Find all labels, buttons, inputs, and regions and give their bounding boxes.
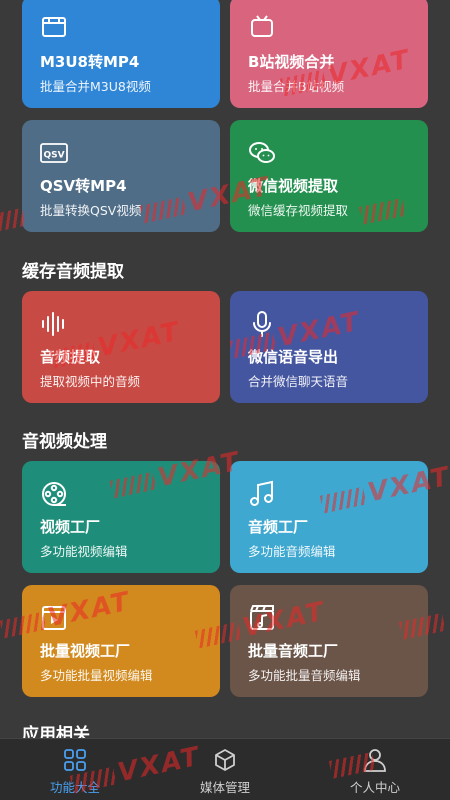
tv-icon: [247, 12, 277, 42]
card-video-factory[interactable]: 视频工厂 多功能视频编辑: [22, 461, 220, 573]
nav-label: 媒体管理: [199, 780, 250, 795]
section-title-app-related: 应用相关: [22, 725, 90, 738]
nav-item-profile[interactable]: 个人中心: [300, 739, 450, 800]
card-wechat-voice-export[interactable]: 微信语音导出 合并微信聊天语音: [230, 291, 428, 403]
card-batch-video-factory[interactable]: 批量视频工厂 多功能批量视频编辑: [22, 585, 220, 697]
card-subtitle: 多功能音频编辑: [248, 544, 336, 559]
card-title: 音频提取: [40, 348, 101, 366]
nav-item-features[interactable]: 功能大全: [0, 739, 150, 800]
card-m3u8-to-mp4[interactable]: M3U8转MP4 批量合并M3U8视频: [22, 0, 220, 108]
grid-icon: [62, 747, 88, 773]
feature-list[interactable]: M3U8转MP4 批量合并M3U8视频 B站视频合并 批量合并B站视频 QSV …: [0, 0, 450, 738]
card-subtitle: 批量转换QSV视频: [40, 203, 142, 218]
card-subtitle: 多功能批量视频编辑: [40, 668, 153, 683]
nav-label: 个人中心: [349, 780, 400, 795]
qsv-icon: QSV: [39, 138, 69, 168]
card-title: B站视频合并: [248, 53, 335, 71]
bottom-nav: 功能大全 媒体管理 个人中心 VXAT: [0, 738, 450, 800]
card-title: M3U8转MP4: [40, 53, 140, 71]
card-audio-factory[interactable]: 音频工厂 多功能音频编辑: [230, 461, 428, 573]
video-play-icon: [39, 603, 69, 633]
card-bilibili-merge[interactable]: B站视频合并 批量合并B站视频: [230, 0, 428, 108]
film-reel-icon: [39, 479, 69, 509]
card-audio-extract[interactable]: 音频提取 提取视频中的音频: [22, 291, 220, 403]
nav-item-media[interactable]: 媒体管理: [150, 739, 300, 800]
card-subtitle: 批量合并B站视频: [248, 79, 345, 94]
card-title: QSV转MP4: [40, 177, 127, 195]
card-qsv-to-mp4[interactable]: QSV QSV转MP4 批量转换QSV视频: [22, 120, 220, 232]
music-note-icon: [247, 479, 277, 509]
cube-icon: [212, 747, 238, 773]
nav-label: 功能大全: [49, 780, 100, 795]
waveform-icon: [39, 309, 69, 339]
card-title: 音频工厂: [248, 518, 309, 536]
card-wechat-video-extract[interactable]: 微信视频提取 微信缓存视频提取: [230, 120, 428, 232]
film-icon: [39, 12, 69, 42]
card-batch-audio-factory[interactable]: 批量音频工厂 多功能批量音频编辑: [230, 585, 428, 697]
card-title: 微信语音导出: [248, 348, 339, 366]
card-subtitle: 提取视频中的音频: [40, 374, 141, 389]
card-subtitle: 多功能视频编辑: [40, 544, 128, 559]
microphone-icon: [247, 309, 277, 339]
section-title-cache-audio: 缓存音频提取: [22, 262, 124, 282]
wechat-icon: [247, 138, 277, 168]
svg-text:QSV: QSV: [43, 151, 64, 161]
person-icon: [362, 747, 388, 773]
card-title: 批量音频工厂: [248, 642, 339, 660]
card-subtitle: 多功能批量音频编辑: [248, 668, 361, 683]
card-title: 视频工厂: [40, 518, 101, 536]
card-title: 微信视频提取: [248, 177, 339, 195]
card-subtitle: 合并微信聊天语音: [248, 374, 349, 389]
section-title-av-processing: 音视频处理: [22, 432, 107, 452]
card-subtitle: 微信缓存视频提取: [248, 203, 349, 218]
app-screen: M3U8转MP4 批量合并M3U8视频 B站视频合并 批量合并B站视频 QSV …: [0, 0, 450, 800]
card-title: 批量视频工厂: [40, 642, 131, 660]
card-subtitle: 批量合并M3U8视频: [40, 79, 151, 94]
clapper-music-icon: [247, 603, 277, 633]
